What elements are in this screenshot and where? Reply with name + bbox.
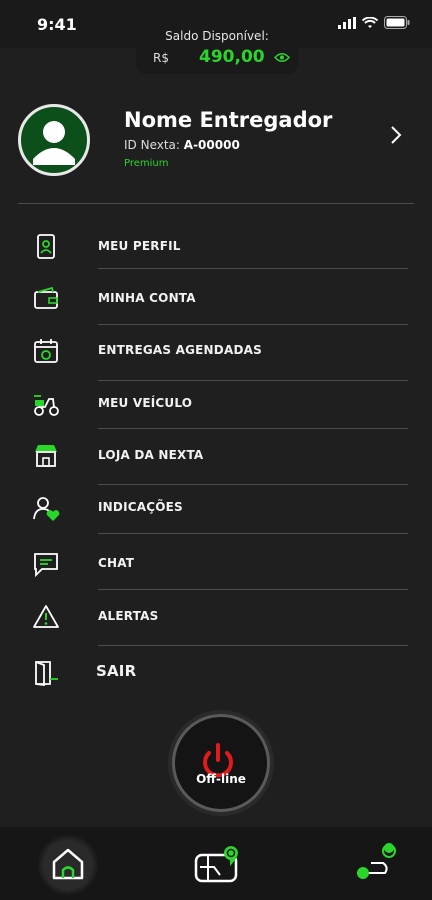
menu-item-account[interactable]: MINHA CONTA bbox=[0, 278, 432, 325]
balance-currency: R$ bbox=[153, 51, 169, 65]
route-icon bbox=[357, 843, 396, 879]
profile-plan: Premium bbox=[124, 158, 169, 169]
map-pin-icon bbox=[194, 846, 238, 883]
divider bbox=[98, 380, 408, 381]
divider bbox=[98, 484, 408, 485]
profile-header[interactable]: Nome Entregador ID Nexta: A-00000 Premiu… bbox=[0, 92, 432, 202]
alert-icon bbox=[33, 605, 59, 628]
status-time: 9:41 bbox=[37, 15, 77, 34]
calendar-icon bbox=[34, 339, 58, 363]
wallet-icon bbox=[34, 286, 58, 309]
logout-door-icon bbox=[35, 661, 58, 687]
online-toggle-button[interactable]: Off-line bbox=[172, 714, 270, 812]
menu-item-store[interactable]: LOJA DA NEXTA bbox=[0, 435, 432, 485]
menu-label-store: LOJA DA NEXTA bbox=[98, 448, 204, 462]
profile-id-value: A-00000 bbox=[183, 138, 240, 152]
avatar bbox=[18, 104, 90, 176]
tab-home[interactable] bbox=[38, 835, 98, 891]
profile-card-icon bbox=[37, 234, 55, 259]
menu-label-vehicle: MEU VEÍCULO bbox=[98, 396, 193, 410]
user-heart-icon bbox=[33, 497, 60, 521]
divider bbox=[98, 645, 408, 646]
profile-name: Nome Entregador bbox=[124, 108, 333, 132]
divider bbox=[98, 533, 408, 534]
store-icon bbox=[35, 445, 57, 467]
menu-label-alerts: ALERTAS bbox=[98, 609, 159, 623]
menu-label-logout: SAIR bbox=[96, 662, 137, 680]
tab-map[interactable] bbox=[186, 835, 246, 891]
chevron-right-icon[interactable] bbox=[390, 125, 402, 145]
menu-label-referrals: INDICAÇÕES bbox=[98, 500, 183, 514]
balance-amount: 490,00 bbox=[199, 47, 265, 67]
logout-button[interactable]: SAIR bbox=[0, 652, 432, 692]
balance-card: Saldo Disponível: R$ 490,00 bbox=[136, 26, 298, 74]
menu-item-scheduled[interactable]: ENTREGAS AGENDADAS bbox=[0, 330, 432, 381]
bottom-tab-bar bbox=[0, 827, 432, 900]
divider bbox=[18, 203, 414, 204]
divider bbox=[98, 589, 408, 590]
power-status-label: Off-line bbox=[196, 772, 246, 786]
chat-icon bbox=[34, 553, 58, 578]
profile-id: ID Nexta: A-00000 bbox=[124, 138, 240, 152]
divider bbox=[98, 324, 408, 325]
tab-routes[interactable] bbox=[345, 835, 405, 891]
balance-label: Saldo Disponível: bbox=[165, 29, 269, 43]
user-icon bbox=[33, 121, 75, 165]
divider bbox=[98, 428, 408, 429]
scooter-icon bbox=[34, 395, 59, 416]
menu-item-alerts[interactable]: ALERTAS bbox=[0, 596, 432, 646]
menu-item-referrals[interactable]: INDICAÇÕES bbox=[0, 487, 432, 534]
eye-icon[interactable] bbox=[274, 52, 290, 63]
home-icon bbox=[52, 848, 84, 880]
profile-id-label: ID Nexta: bbox=[124, 138, 180, 152]
divider bbox=[98, 268, 408, 269]
menu-item-chat[interactable]: CHAT bbox=[0, 543, 432, 590]
signal-icon bbox=[338, 16, 356, 29]
menu-label-chat: CHAT bbox=[98, 556, 135, 570]
menu-label-profile: MEU PERFIL bbox=[98, 239, 181, 253]
menu-item-vehicle[interactable]: MEU VEÍCULO bbox=[0, 383, 432, 429]
battery-icon bbox=[384, 16, 410, 29]
menu-item-profile[interactable]: MEU PERFIL bbox=[0, 226, 432, 269]
menu-label-scheduled: ENTREGAS AGENDADAS bbox=[98, 343, 262, 357]
menu-label-account: MINHA CONTA bbox=[98, 291, 196, 305]
wifi-icon bbox=[362, 16, 378, 28]
status-icons bbox=[338, 16, 410, 29]
